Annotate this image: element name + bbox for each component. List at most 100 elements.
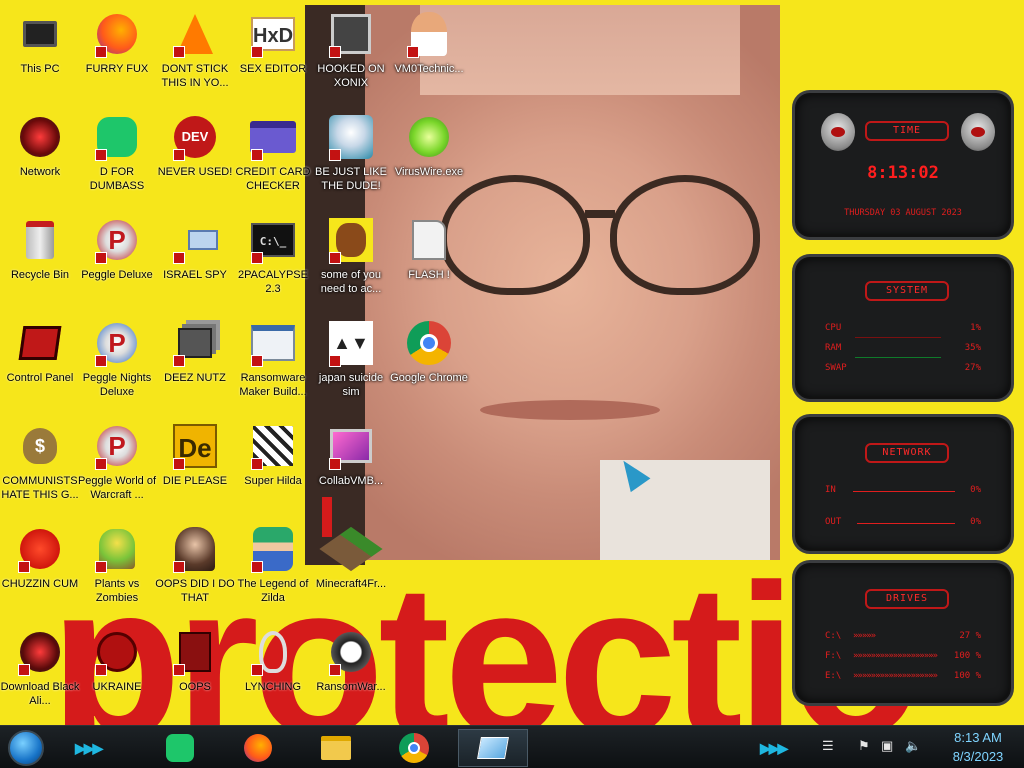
desktop-icon-download-black-alien[interactable]: Download Black Ali...	[0, 624, 80, 724]
drives-gadget[interactable]: DRIVES C:\»»»»» 27 % F:\»»»»»»»»»»»»»»»»»…	[792, 560, 1014, 706]
desktop-icon-peggle-nights[interactable]: P Peggle Nights Deluxe	[77, 315, 157, 415]
desktop-icon-this-pc[interactable]: This PC	[0, 6, 80, 106]
windows-stack-icon	[171, 319, 219, 367]
grass-block-icon	[319, 525, 383, 573]
plant-icon	[93, 525, 141, 573]
desktop-icon-peggle-deluxe[interactable]: P Peggle Deluxe	[77, 212, 157, 312]
desktop-icon-control-panel[interactable]: Control Panel	[0, 315, 80, 415]
money-bag-icon: $	[16, 422, 64, 470]
show-hidden-icons[interactable]: ☰	[822, 738, 834, 754]
taskbar-clock[interactable]: 8:13 AM 8/3/2023	[938, 728, 1018, 766]
de-logo-icon: De	[171, 422, 219, 470]
chuzzle-icon	[16, 525, 64, 573]
flash-doc-icon	[405, 216, 453, 264]
action-center-flag-icon[interactable]: ⚑	[858, 738, 870, 754]
start-button[interactable]	[8, 730, 44, 766]
skull-icon	[327, 628, 375, 676]
taskbar-notes-app[interactable]	[156, 729, 204, 767]
desktop-icon-collabvm[interactable]: CollabVMB...	[311, 418, 391, 518]
alien-head-icon	[961, 113, 995, 151]
desktop-icon-legend-of-zilda[interactable]: The Legend of Zilda	[233, 521, 313, 621]
recycle-bin-icon	[16, 216, 64, 264]
desktop-icon-google-chrome[interactable]: Google Chrome	[389, 315, 469, 415]
desktop-icon-lynching[interactable]: LYNCHING	[233, 624, 313, 724]
peggle-icon: P	[93, 216, 141, 264]
gadget-date: THURSDAY 03 AUGUST 2023	[844, 208, 962, 218]
monitor-icon	[327, 422, 375, 470]
santa-icon	[327, 113, 375, 161]
arrows-icon: ▲▼	[327, 319, 375, 367]
desktop-icon-peggle-world-of-warcraft[interactable]: P Peggle World of Warcraft ...	[77, 418, 157, 518]
desktop-icon-network[interactable]: Network	[0, 109, 80, 209]
desktop-icon-ransomware-maker[interactable]: Ransomware Maker Build...	[233, 315, 313, 415]
desktop-icon-plants-vs-zombies[interactable]: Plants vs Zombies	[77, 521, 157, 621]
taskbar-file-explorer[interactable]	[312, 729, 360, 767]
system-gadget[interactable]: SYSTEM CPU 1% RAM 35% SWAP 27%	[792, 254, 1014, 402]
desktop-icon-israel-spy[interactable]: ISRAEL SPY	[155, 212, 235, 312]
desktop-icon-oops[interactable]: OOPS	[155, 624, 235, 724]
drives-gadget-title: DRIVES	[865, 589, 949, 609]
peggle-nights-icon: P	[93, 319, 141, 367]
chrome-icon	[405, 319, 453, 367]
notes-icon	[93, 113, 141, 161]
firefox-icon	[244, 734, 272, 762]
firefox-icon	[93, 10, 141, 58]
dog-icon	[327, 216, 375, 264]
desktop-icon-chuzzin[interactable]: CHUZZIN CUM	[0, 521, 80, 621]
desktop-icon-d-for-dumbass[interactable]: D FOR DUMBASS	[77, 109, 157, 209]
control-panel-icon	[16, 319, 64, 367]
network-in-row: IN 0%	[825, 485, 981, 495]
system-gadget-title: SYSTEM	[865, 281, 949, 301]
desktop-icon-ukraine[interactable]: UKRAINE	[77, 624, 157, 724]
desktop-icon-communists[interactable]: $ COMMUNISTS HATE THIS G...	[0, 418, 80, 518]
ram-row: RAM 35%	[825, 343, 981, 353]
desktop-icon-deez-nutz[interactable]: DEEZ NUTZ	[155, 315, 235, 415]
desktop-icon-hooked-on-xonix[interactable]: HOOKED ON XONIX	[311, 6, 391, 106]
desktop-icon-super-hilda[interactable]: Super Hilda	[233, 418, 313, 518]
network-gadget[interactable]: NETWORK IN 0% OUT 0%	[792, 414, 1014, 554]
desktop-gadgets-panel: TIME 8:13:02 THURSDAY 03 AUGUST 2023 SYS…	[792, 90, 1014, 710]
desktop-icon-credit-card-checker[interactable]: CREDIT CARD CHECKER	[233, 109, 313, 209]
swap-row: SWAP 27%	[825, 363, 981, 373]
network-computers-icon	[171, 216, 219, 264]
alien-head-icon	[821, 113, 855, 151]
notes-icon	[166, 734, 194, 762]
desktop-icon-never-used[interactable]: DEV NEVER USED!	[155, 109, 235, 209]
window-app-icon	[249, 319, 297, 367]
desktop-icon-oops-did-i[interactable]: OOPS DID I DO THAT	[155, 521, 235, 621]
taskbar: ▶▶▶ ▶▶▶ ☰ ⚑ ▣ 🔈 8:13 AM 8/3/2023	[0, 725, 1024, 768]
clock-date: 8/3/2023	[952, 749, 1004, 764]
desktop-icon-die-please[interactable]: De DIE PLEASE	[155, 418, 235, 518]
network-tray-icon[interactable]: ▣	[881, 738, 893, 754]
credit-card-icon	[249, 113, 297, 161]
desktop-icon-minecraft[interactable]: Minecraft4Fr...	[311, 521, 391, 621]
desktop-icon-viruswire[interactable]: VirusWire.exe	[389, 109, 469, 209]
link-character-icon	[249, 525, 297, 573]
doctor-icon	[405, 10, 453, 58]
desktop-icon-furry-fux[interactable]: FURRY FUX	[77, 6, 157, 106]
volume-icon[interactable]: 🔈	[905, 738, 921, 754]
desktop-icon-sex-editor[interactable]: HxD SEX EDITOR	[233, 6, 313, 106]
desktop-icon-dont-stick-this[interactable]: DONT STICK THIS IN YO...	[155, 6, 235, 106]
taskbar-firefox[interactable]	[234, 729, 282, 767]
taskbar-google-chrome[interactable]	[390, 729, 438, 767]
radiation-icon	[93, 628, 141, 676]
drive-c-row: C:\»»»»» 27 %	[825, 631, 981, 641]
time-gadget[interactable]: TIME 8:13:02 THURSDAY 03 AUGUST 2023	[792, 90, 1014, 240]
desktop-icon-recycle-bin[interactable]: Recycle Bin	[0, 212, 80, 312]
desktop-icon-vm0technic[interactable]: VM0Technic...	[389, 6, 469, 106]
terminal-icon: C:\_	[249, 216, 297, 264]
noose-icon	[249, 628, 297, 676]
portrait-icon	[171, 525, 219, 573]
desktop-icon-be-just-like-the-dude[interactable]: BE JUST LIKE THE DUDE!	[311, 109, 391, 209]
desktop-icon-2pacalypse[interactable]: C:\_ 2PACALYPSE 2.3	[233, 212, 313, 312]
gadget-clock: 8:13:02	[867, 163, 939, 183]
taskbar-decoration: ▶▶▶	[75, 740, 103, 756]
desktop-icon-some-of-you[interactable]: some of you need to ac...	[311, 212, 391, 312]
desktop-icon-japan-suicide-sim[interactable]: ▲▼ japan suicide sim	[311, 315, 391, 415]
cpu-row: CPU 1%	[825, 323, 981, 333]
drive-e-row: E:\»»»»»»»»»»»»»»»»»»» 100 %	[825, 671, 981, 681]
desktop-icon-ransomware[interactable]: RansomWar...	[311, 624, 391, 724]
desktop-icon-flash[interactable]: FLASH !	[389, 212, 469, 312]
taskbar-virtual-machine[interactable]	[458, 729, 528, 767]
